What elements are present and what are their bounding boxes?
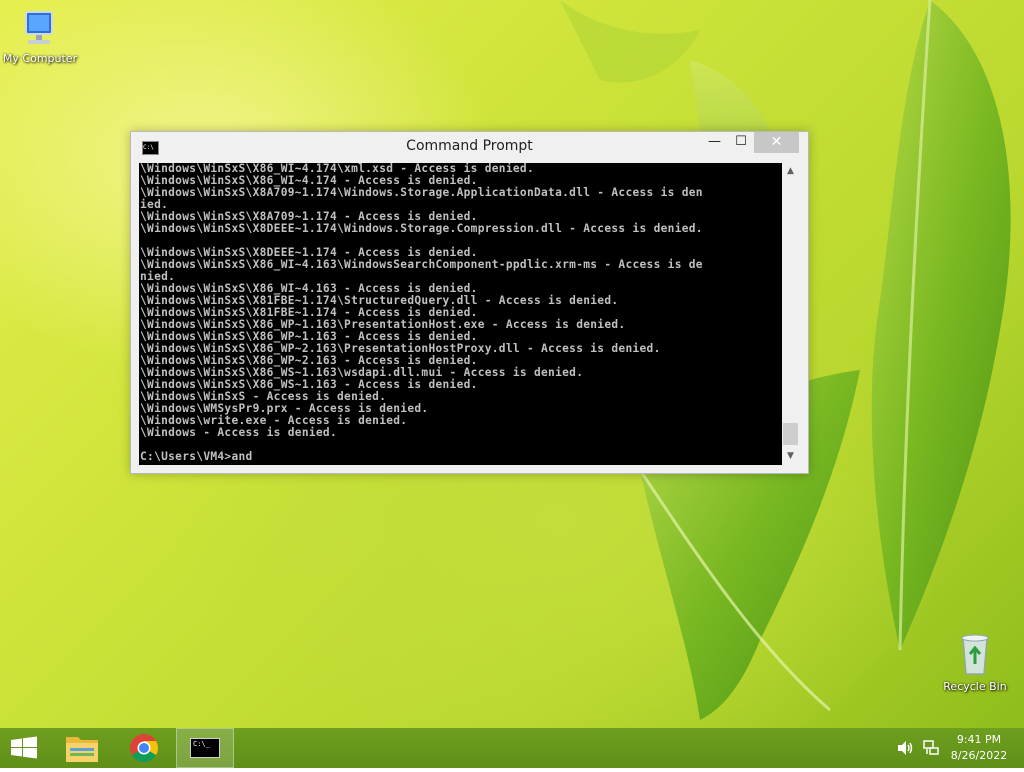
start-icon xyxy=(11,736,37,759)
command-prompt-icon: C:\_ xyxy=(190,738,220,758)
maximize-button[interactable]: ☐ xyxy=(728,132,754,153)
taskbar-command-prompt[interactable]: C:\_ xyxy=(176,728,234,768)
recycle-bin-icon xyxy=(961,634,989,675)
desktop-icon-my-computer[interactable]: My Computer xyxy=(0,10,80,65)
computer-icon xyxy=(25,11,53,44)
scroll-up-arrow-icon[interactable]: ▲ xyxy=(782,163,799,180)
console-output[interactable]: \Windows\WinSxS\X86_WI~4.174\xml.xsd - A… xyxy=(139,163,782,463)
volume-icon[interactable] xyxy=(896,740,914,756)
scrollbar-thumb[interactable] xyxy=(783,423,798,445)
desktop-icon-label: Recycle Bin xyxy=(943,680,1007,693)
close-button[interactable]: ✕ xyxy=(754,132,799,153)
taskbar: C:\_ 9:41 PM 8/26/2022 xyxy=(0,728,1024,768)
scroll-down-arrow-icon[interactable]: ▼ xyxy=(782,448,799,465)
clock-date: 8/26/2022 xyxy=(950,749,1008,762)
network-icon[interactable] xyxy=(922,739,940,757)
desktop-icon-label: My Computer xyxy=(2,52,78,65)
chrome-icon xyxy=(130,734,158,762)
file-explorer-icon xyxy=(66,737,98,762)
start-button[interactable] xyxy=(0,728,48,768)
clock-time: 9:41 PM xyxy=(956,733,1002,746)
taskbar-chrome[interactable] xyxy=(118,728,170,768)
minimize-button[interactable]: — xyxy=(701,132,728,153)
desktop-icon-recycle-bin[interactable]: Recycle Bin xyxy=(935,630,1015,693)
command-prompt-window[interactable]: C:\ Command Prompt — ☐ ✕ \Windows\WinSxS… xyxy=(130,131,809,474)
window-titlebar[interactable]: C:\ Command Prompt — ☐ ✕ xyxy=(131,132,808,162)
taskbar-file-explorer[interactable] xyxy=(56,728,108,768)
console-output-area[interactable]: \Windows\WinSxS\X86_WI~4.174\xml.xsd - A… xyxy=(139,163,782,465)
system-clock[interactable]: 9:41 PM 8/26/2022 xyxy=(944,732,1014,764)
vertical-scrollbar[interactable]: ▲ ▼ xyxy=(782,163,799,465)
